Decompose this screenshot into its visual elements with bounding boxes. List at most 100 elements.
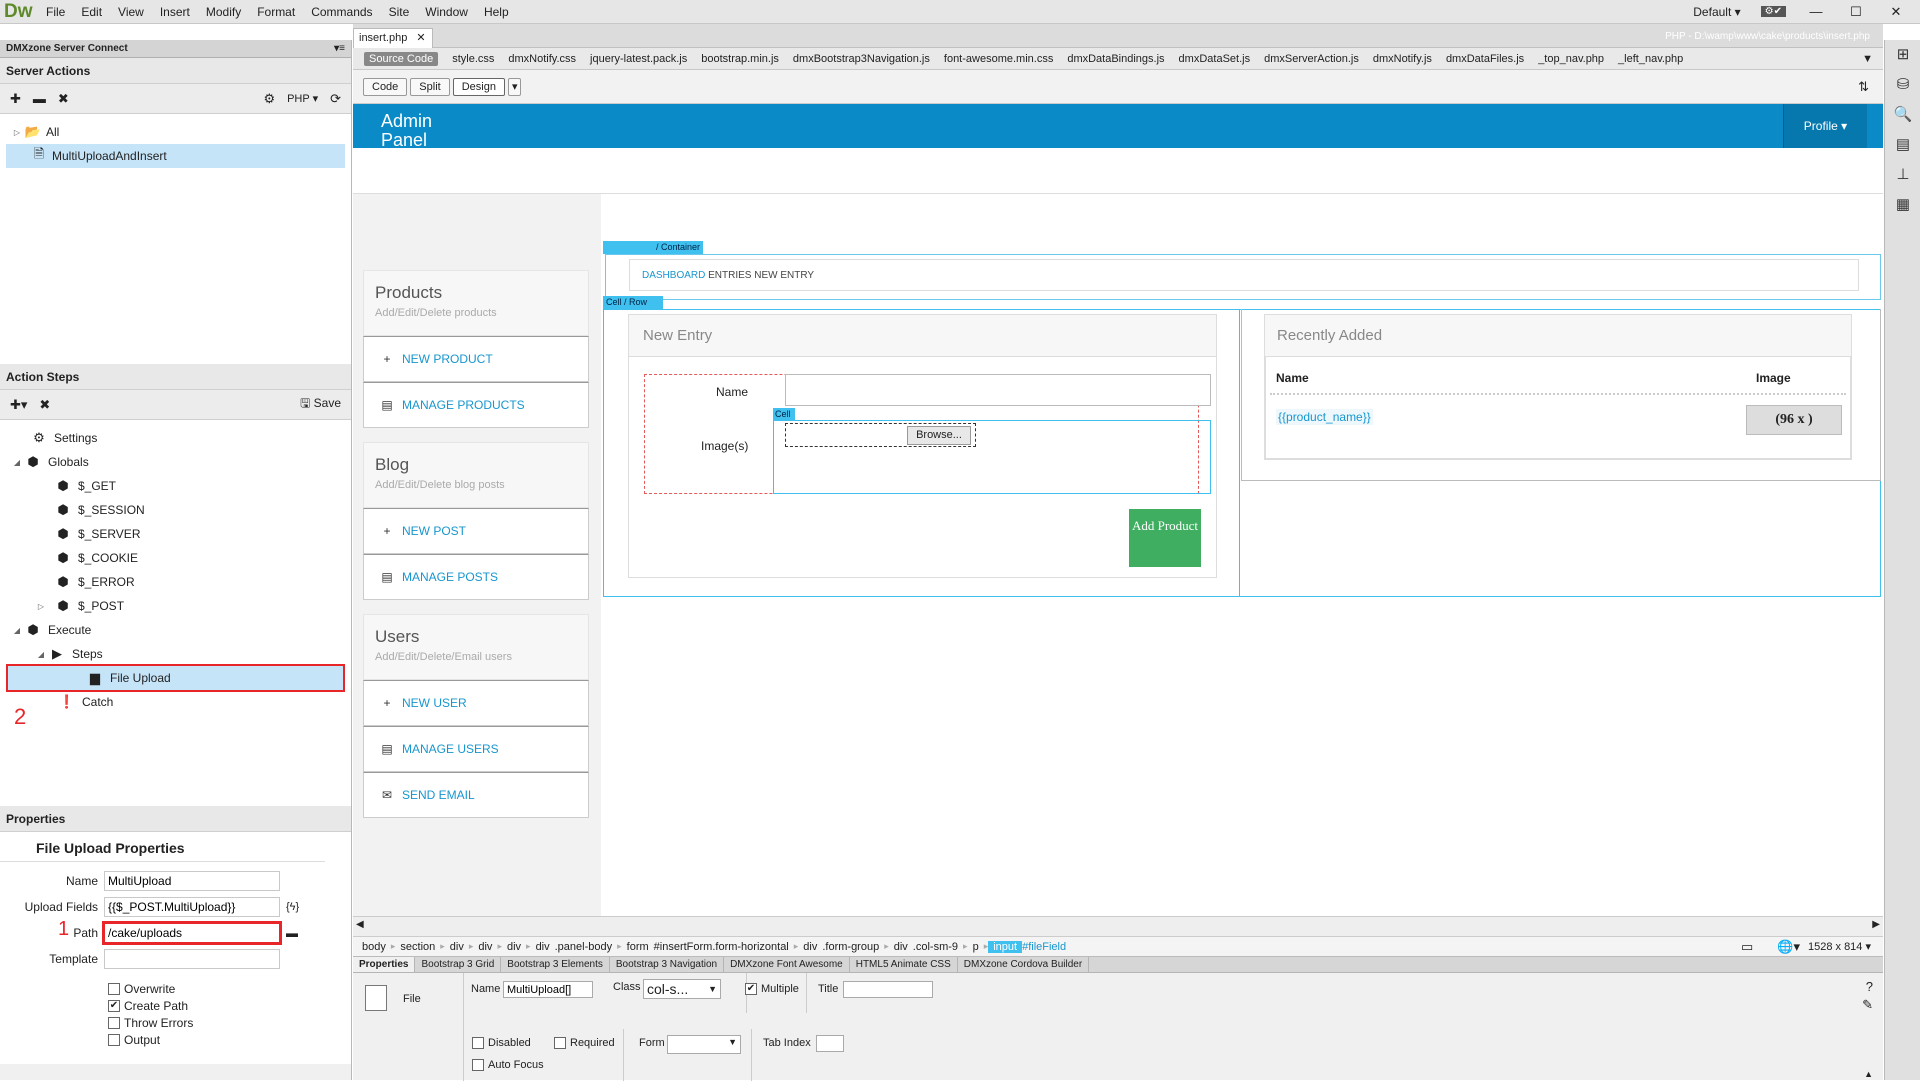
tab-bootstrap-grid[interactable]: Bootstrap 3 Grid — [415, 957, 502, 972]
element-name-input[interactable] — [503, 981, 593, 998]
tag-selector-item[interactable]: .panel-body — [555, 941, 618, 953]
auto-focus-checkbox[interactable]: Auto Focus — [472, 1059, 544, 1071]
expand-icon[interactable]: ▷ — [34, 602, 48, 611]
collapse-icon[interactable]: ▲ — [1864, 1069, 1873, 1079]
checkbox-checked-icon[interactable]: ✔ — [745, 983, 757, 995]
remove-step-icon[interactable]: ✖ — [39, 397, 50, 413]
window-size-display[interactable]: 1528 x 814 ▾ — [1808, 940, 1871, 953]
new-user-button[interactable]: + NEW USER — [363, 680, 589, 726]
step-post[interactable]: ▷ ⬢ $_POST — [0, 594, 351, 618]
data-binding-icon[interactable]: {ϟ} — [286, 901, 299, 913]
horizontal-scrollbar[interactable]: ◀ ▶ — [353, 916, 1883, 936]
folder-icon[interactable]: ▬ — [33, 91, 46, 106]
step-error[interactable]: ⬢ $_ERROR — [0, 570, 351, 594]
close-tab-icon[interactable]: ✕ — [416, 32, 425, 44]
profile-menu[interactable]: Profile ▾ — [1783, 104, 1867, 148]
gear-icon[interactable]: ⚙ — [263, 91, 275, 107]
step-steps[interactable]: ◢ ▶ Steps — [0, 642, 351, 666]
menu-file[interactable]: File — [38, 0, 73, 24]
menu-site[interactable]: Site — [381, 0, 418, 24]
step-cookie[interactable]: ⬢ $_COOKIE — [0, 546, 351, 570]
tab-index-input[interactable] — [816, 1035, 844, 1052]
related-file[interactable]: jquery-latest.pack.js — [583, 53, 694, 65]
tag-selector-item[interactable]: form — [622, 941, 654, 953]
checkbox-box[interactable] — [108, 982, 120, 995]
tag-selector-item[interactable]: div — [502, 941, 526, 953]
collapse-icon[interactable]: ◢ — [34, 650, 48, 659]
related-file[interactable]: dmxDataFiles.js — [1439, 53, 1531, 65]
design-view-button[interactable]: Design — [452, 77, 505, 96]
manage-posts-button[interactable]: ▤ MANAGE POSTS — [363, 554, 589, 600]
filter-icon[interactable]: ▼ — [1862, 53, 1883, 65]
database-icon[interactable]: ⛁ — [1885, 70, 1920, 100]
file-tab-insert[interactable]: insert.php ✕ — [353, 28, 433, 48]
globe-icon[interactable]: 🌐▾ — [1777, 939, 1800, 955]
tag-selector-item[interactable]: p — [968, 941, 984, 953]
cell-row-selector-label[interactable]: Cell / Row — [603, 296, 663, 309]
snippets-icon[interactable]: ▦ — [1885, 190, 1920, 220]
tree-item-all[interactable]: ▷ 📂 All — [0, 120, 351, 144]
cell-selector-label[interactable]: Cell — [773, 408, 795, 420]
create-path-checkbox[interactable]: ✔ Create Path — [0, 997, 351, 1014]
menu-edit[interactable]: Edit — [73, 0, 110, 24]
tree-item-multiupload[interactable]: 🗎 MultiUploadAndInsert — [6, 144, 345, 168]
multiple-checkbox[interactable]: ✔ Multiple — [745, 983, 799, 995]
related-file[interactable]: style.css — [445, 53, 501, 65]
close-button[interactable]: ✕ — [1886, 4, 1906, 20]
class-select[interactable]: col-s... ▼ — [643, 979, 721, 999]
related-file[interactable]: dmxNotify.js — [1366, 53, 1439, 65]
menu-format[interactable]: Format — [249, 0, 303, 24]
save-button[interactable]: 🖫 Save — [300, 394, 341, 415]
tag-selector-item[interactable]: section — [395, 941, 440, 953]
search-icon[interactable]: 🔍 — [1885, 100, 1920, 130]
name-field[interactable] — [104, 871, 280, 891]
title-input[interactable] — [843, 981, 933, 998]
manage-products-button[interactable]: ▤ MANAGE PRODUCTS — [363, 382, 589, 428]
related-file[interactable]: font-awesome.min.css — [937, 53, 1060, 65]
sort-icon[interactable]: ⇅ — [1858, 79, 1883, 95]
server-connect-tab[interactable]: DMXzone Server Connect ▾≡ — [0, 40, 351, 58]
template-field[interactable] — [104, 949, 280, 969]
related-file[interactable]: dmxNotify.css — [501, 53, 583, 65]
tag-selector-item[interactable]: div — [473, 941, 497, 953]
step-catch[interactable]: ❗ Catch — [0, 690, 351, 714]
upload-fields-field[interactable] — [104, 897, 280, 917]
related-file[interactable]: dmxBootstrap3Navigation.js — [786, 53, 937, 65]
related-file[interactable]: dmxDataBindings.js — [1060, 53, 1171, 65]
menu-modify[interactable]: Modify — [198, 0, 249, 24]
delete-icon[interactable]: ✖ — [58, 91, 69, 107]
tab-font-awesome[interactable]: DMXzone Font Awesome — [724, 957, 850, 972]
menu-help[interactable]: Help — [476, 0, 517, 24]
checkbox-box[interactable] — [554, 1037, 566, 1049]
related-file[interactable]: _top_nav.php — [1531, 53, 1611, 65]
step-globals[interactable]: ◢ ⬢ Globals — [0, 450, 351, 474]
tag-selector-item[interactable]: .form-group — [822, 941, 884, 953]
tag-selector-item[interactable]: div — [531, 941, 555, 953]
step-settings[interactable]: ⚙ Settings — [0, 426, 351, 450]
new-product-button[interactable]: + NEW PRODUCT — [363, 336, 589, 382]
throw-errors-checkbox[interactable]: Throw Errors — [0, 1014, 351, 1031]
collapse-icon[interactable]: ◢ — [10, 458, 24, 467]
tab-properties[interactable]: Properties — [353, 957, 416, 972]
menu-insert[interactable]: Insert — [152, 0, 198, 24]
new-post-button[interactable]: + NEW POST — [363, 508, 589, 554]
add-product-button[interactable]: Add Product — [1129, 509, 1201, 567]
split-view-button[interactable]: Split — [410, 77, 450, 96]
step-server[interactable]: ⬢ $_SERVER — [0, 522, 351, 546]
expand-icon[interactable]: ▷ — [10, 128, 24, 137]
tag-selector-item[interactable]: div — [445, 941, 469, 953]
tag-selector-item-selected[interactable]: input — [988, 940, 1023, 953]
language-select[interactable]: PHP ▾ — [287, 92, 318, 105]
required-checkbox[interactable]: Required — [554, 1037, 615, 1049]
tab-animate-css[interactable]: HTML5 Animate CSS — [850, 957, 958, 972]
tag-selector-item[interactable]: #insertForm.form-horizontal — [654, 941, 794, 953]
overwrite-checkbox[interactable]: Overwrite — [0, 980, 351, 997]
source-code-tab[interactable]: Source Code — [357, 51, 445, 66]
menu-commands[interactable]: Commands — [303, 0, 380, 24]
checkbox-box[interactable] — [472, 1059, 484, 1071]
tag-selector-item[interactable]: div — [798, 941, 822, 953]
related-file[interactable]: _left_nav.php — [1611, 53, 1690, 65]
browse-button[interactable]: Browse... — [907, 426, 971, 445]
form-select[interactable]: ▼ — [667, 1035, 741, 1054]
name-input[interactable] — [785, 374, 1211, 406]
